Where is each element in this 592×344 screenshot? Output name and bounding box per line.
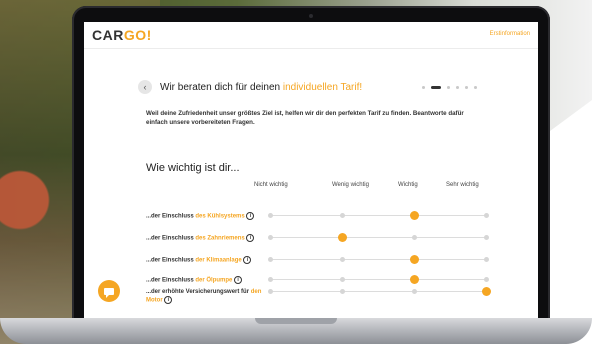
rating-row: ...der erhöhte Versicherungswert für den… <box>146 287 491 308</box>
logo[interactable]: CARGO! <box>92 27 152 43</box>
label-prefix: ...der Einschluss <box>146 235 196 242</box>
step-dot <box>422 86 425 89</box>
rating-track <box>267 255 489 264</box>
chat-icon <box>104 287 114 298</box>
rating-option[interactable] <box>411 289 417 294</box>
rating-option[interactable] <box>267 277 273 282</box>
rating-option[interactable] <box>483 277 489 282</box>
page-title: Wir beraten dich für deinen individuelle… <box>160 82 362 93</box>
headline-accent: individuellen Tarif! <box>282 82 363 93</box>
info-icon[interactable]: i <box>234 276 243 284</box>
headline-text: Wir beraten dich für deinen <box>160 82 283 93</box>
laptop-notch <box>255 318 337 324</box>
rating-option[interactable] <box>267 235 273 240</box>
step-dot <box>465 86 468 89</box>
label-accent: des Zahnriemens <box>195 235 245 242</box>
logo-text: CAR <box>92 27 124 43</box>
rating-row-label: ...der Einschluss des Kühlsystems i <box>146 212 264 221</box>
info-icon[interactable]: i <box>164 296 173 304</box>
label-prefix: ...der Einschluss <box>146 277 196 284</box>
column-not-important: Nicht wichtig <box>254 182 288 188</box>
rating-option[interactable] <box>339 257 345 262</box>
info-icon[interactable]: i <box>246 234 255 242</box>
column-important: Wichtig <box>398 182 418 188</box>
rating-row: ...der Einschluss des Zahnriemens i <box>146 233 489 254</box>
rating-option[interactable] <box>267 257 273 262</box>
laptop-screen: CARGO! Erstinformation ‹ Wir beraten dic… <box>84 22 538 318</box>
rating-option-selected[interactable] <box>409 275 419 284</box>
step-dot <box>456 86 459 89</box>
rating-row: ...der Einschluss der Klimaanlage i <box>146 255 489 276</box>
rating-option-selected[interactable] <box>409 211 419 220</box>
column-very-important: Sehr wichtig <box>446 182 479 188</box>
logo-accent: GO! <box>123 27 152 43</box>
chevron-left-icon: ‹ <box>143 82 147 92</box>
rating-row-label: ...der Einschluss des Zahnriemens i <box>146 234 264 243</box>
rating-row: ...der Einschluss des Kühlsystems i <box>146 211 489 232</box>
info-icon[interactable]: i <box>246 212 255 220</box>
rating-option[interactable] <box>267 213 273 218</box>
info-icon[interactable]: i <box>243 256 252 264</box>
step-dot <box>447 86 450 89</box>
rating-track <box>267 287 491 296</box>
rating-track <box>267 211 489 220</box>
step-dot <box>474 86 477 89</box>
rating-option[interactable] <box>339 289 345 294</box>
rating-track <box>267 233 489 242</box>
top-bar: CARGO! Erstinformation <box>84 22 538 49</box>
step-indicator <box>422 86 477 89</box>
rating-option-selected[interactable] <box>481 287 491 296</box>
rating-option[interactable] <box>483 257 489 262</box>
question-title: Wie wichtig ist dir... <box>146 162 240 174</box>
step-dot-active <box>431 86 441 89</box>
rating-option[interactable] <box>339 277 345 282</box>
rating-option[interactable] <box>267 289 273 294</box>
label-prefix: ...der erhöhte Versicherungswert für <box>146 289 251 295</box>
rating-row-label: ...der erhöhte Versicherungswert für den… <box>146 288 264 305</box>
chat-button[interactable] <box>98 280 120 302</box>
rating-option-selected[interactable] <box>337 233 347 242</box>
rating-option-selected[interactable] <box>409 255 419 264</box>
label-prefix: ...der Einschluss <box>146 213 196 220</box>
back-button[interactable]: ‹ <box>138 80 152 94</box>
rating-option[interactable] <box>483 235 489 240</box>
intro-text: Weil deine Zufriedenheit unser größtes Z… <box>146 110 464 126</box>
label-prefix: ...der Einschluss <box>146 257 196 264</box>
rating-option[interactable] <box>483 213 489 218</box>
label-accent: des Kühlsystems <box>195 213 245 220</box>
rating-option[interactable] <box>339 213 345 218</box>
rating-option[interactable] <box>411 235 417 240</box>
rating-row-label: ...der Einschluss der Ölpumpe i <box>146 276 264 285</box>
column-less-important: Wenig wichtig <box>332 182 369 188</box>
label-accent: der Klimaanlage <box>195 257 242 264</box>
rating-row-label: ...der Einschluss der Klimaanlage i <box>146 256 264 265</box>
camera <box>309 14 313 18</box>
rating-track <box>267 275 489 284</box>
erstinformation-link[interactable]: Erstinformation <box>490 31 530 37</box>
label-accent: der Ölpumpe <box>195 277 233 284</box>
